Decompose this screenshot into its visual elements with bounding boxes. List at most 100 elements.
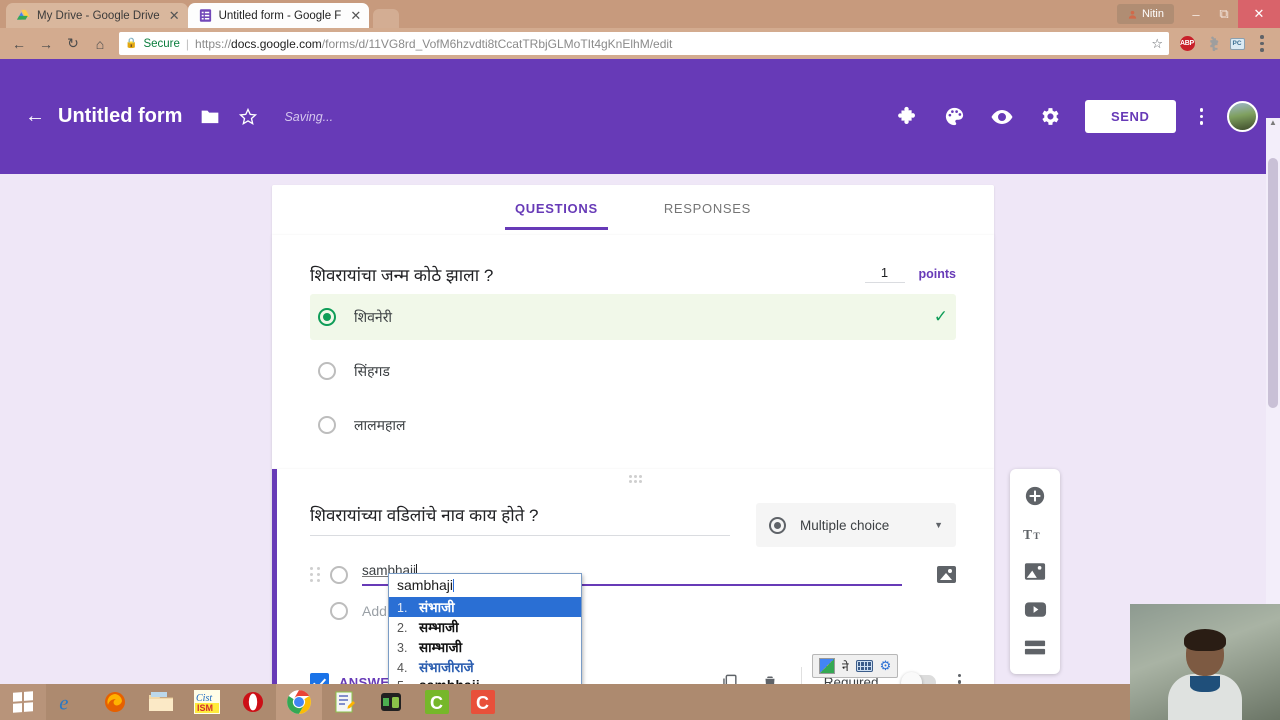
add-title-icon[interactable]: TT [1020,519,1050,549]
abp-icon[interactable]: ABP [1176,33,1198,55]
internet-explorer-icon[interactable]: e [46,684,92,720]
trash-icon[interactable] [761,673,779,684]
send-button[interactable]: SEND [1084,100,1176,133]
radio-selected-icon[interactable] [318,308,336,326]
ime-floating-bar[interactable]: ने ⚙ [812,654,899,678]
scroll-up-arrow[interactable]: ▲ [1266,118,1280,132]
question-type-label: Multiple choice [800,517,890,533]
chrome-icon[interactable] [276,684,322,720]
gear-icon[interactable]: ⚙ [880,658,892,674]
browser-menu-icon[interactable] [1251,33,1273,55]
add-video-icon[interactable] [1020,594,1050,624]
add-section-icon[interactable] [1020,632,1050,662]
webcam-person [1168,629,1242,720]
close-window-button[interactable]: ✕ [1238,0,1280,28]
option-drag-handle-icon[interactable] [310,567,324,582]
scroll-thumb[interactable] [1268,158,1278,408]
drive-icon [17,9,30,20]
ime-index: 5. [397,679,411,684]
ime-language-label[interactable]: ने [842,658,849,675]
file-explorer-icon[interactable] [138,684,184,720]
back-icon[interactable]: ← [7,32,31,56]
forms-more-menu-icon[interactable] [1199,108,1203,125]
question-type-select[interactable]: Multiple choice ▼ [756,503,956,547]
profile-button[interactable]: Nitin [1116,4,1174,24]
form-title[interactable]: Untitled form [58,105,182,128]
page-scrollbar[interactable]: ▲ ▼ [1266,118,1280,684]
question-more-menu-icon[interactable] [957,673,961,684]
windows-start-icon[interactable] [0,684,46,720]
ime-candidate-1[interactable]: 1. संभाजी [389,597,581,617]
duplicate-icon[interactable] [720,673,739,684]
address-bar[interactable]: 🔒 Secure | https://docs.google.com/forms… [119,32,1169,55]
radio-icon-placeholder[interactable] [330,602,348,620]
google-ime-logo[interactable] [819,658,835,674]
tab-responses[interactable]: RESPONSES [654,185,761,230]
option-row[interactable]: लालमहाल [310,402,956,448]
folder-icon[interactable] [200,108,220,125]
add-question-icon[interactable] [1020,481,1050,511]
camtasia-green-icon[interactable]: C [414,684,460,720]
option-label: सिंहगड [354,362,390,379]
question-1-header: शिवरायांचा जन्म कोठे झाला ? 1 points [310,263,956,286]
browser-tab-drive[interactable]: My Drive - Google Drive ✕ [6,3,188,28]
option-label: शिवनेरी [354,308,393,325]
addon-puzzle-icon[interactable] [896,105,919,128]
preview-eye-icon[interactable] [990,105,1014,129]
ime-candidate-5[interactable]: 5. sambhaji [389,677,581,684]
drag-handle[interactable] [277,475,994,483]
camtasia-red-icon[interactable]: C [460,684,506,720]
tab-questions[interactable]: QUESTIONS [504,185,608,230]
keyboard-icon[interactable] [855,660,873,672]
cist-ism-icon[interactable]: Cist ISM [184,684,230,720]
webcam-overlay [1130,604,1280,720]
question-card-1[interactable]: शिवरायांचा जन्म कोठे झाला ? 1 points शिव… [272,235,994,469]
new-tab-button[interactable] [373,9,400,28]
opera-icon[interactable] [230,684,276,720]
pc-icon[interactable]: PC [1226,33,1248,55]
avatar[interactable] [1227,101,1258,132]
device-icon[interactable] [368,684,414,720]
security-label: Secure [143,37,180,50]
radio-icon[interactable] [318,416,336,434]
add-image-icon[interactable] [1020,556,1050,586]
option-image-icon[interactable] [937,566,956,583]
forward-icon[interactable]: → [34,32,58,56]
settings-gear-icon[interactable] [1038,105,1061,128]
puzzle-icon[interactable] [1201,33,1223,55]
question-1-title[interactable]: शिवरायांचा जन्म कोठे झाला ? [310,263,865,286]
back-arrow-icon[interactable]: ← [18,105,52,128]
points-input[interactable]: 1 [864,265,905,283]
answer-key-checkbox-icon[interactable] [310,672,329,684]
palette-icon[interactable] [943,105,966,128]
home-icon[interactable]: ⌂ [88,32,112,56]
ime-candidate-3[interactable]: 3. साम्भाजी [389,637,581,657]
required-toggle[interactable] [900,671,936,684]
ime-suggestion-popup[interactable]: sambhaji 1. संभाजी 2. सम्भाजी 3. साम्भाज… [388,573,582,684]
maximize-button[interactable]: ⧉ [1210,0,1238,28]
points-control[interactable]: 1 points [864,265,956,283]
ime-word: sambhaji [419,678,480,684]
close-icon[interactable]: ✕ [347,9,361,22]
ime-candidate-4[interactable]: 4. संभाजीराजे [389,657,581,677]
reload-icon[interactable]: ↻ [61,32,85,56]
star-icon[interactable]: ☆ [1143,36,1163,52]
radio-filled-icon [769,516,786,534]
star-outline-icon[interactable] [238,107,258,127]
option-label: लालमहाल [354,416,406,433]
radio-icon[interactable] [330,565,348,584]
firefox-icon[interactable] [92,684,138,720]
browser-tab-forms[interactable]: Untitled form - Google F ✕ [187,3,370,28]
close-icon[interactable]: ✕ [166,9,180,22]
radio-icon[interactable] [318,362,336,380]
ime-candidate-2[interactable]: 2. सम्भाजी [389,617,581,637]
question-2-title[interactable]: शिवरायांच्या वडिलांचे नाव काय होते ? [310,503,730,536]
option-row[interactable]: सिंहगड [310,348,956,394]
notepad-icon[interactable] [322,684,368,720]
chevron-down-icon[interactable]: ▼ [934,520,943,530]
minimize-button[interactable]: – [1182,0,1210,28]
tabstrip: My Drive - Google Drive ✕ Untitled form … [0,0,400,28]
option-row-correct[interactable]: शिवनेरी ✓ [310,294,956,340]
forms-header: ← Untitled form Saving... SEND [0,59,1280,174]
question-card-2[interactable]: शिवरायांच्या वडिलांचे नाव काय होते ? Mul… [272,469,994,684]
